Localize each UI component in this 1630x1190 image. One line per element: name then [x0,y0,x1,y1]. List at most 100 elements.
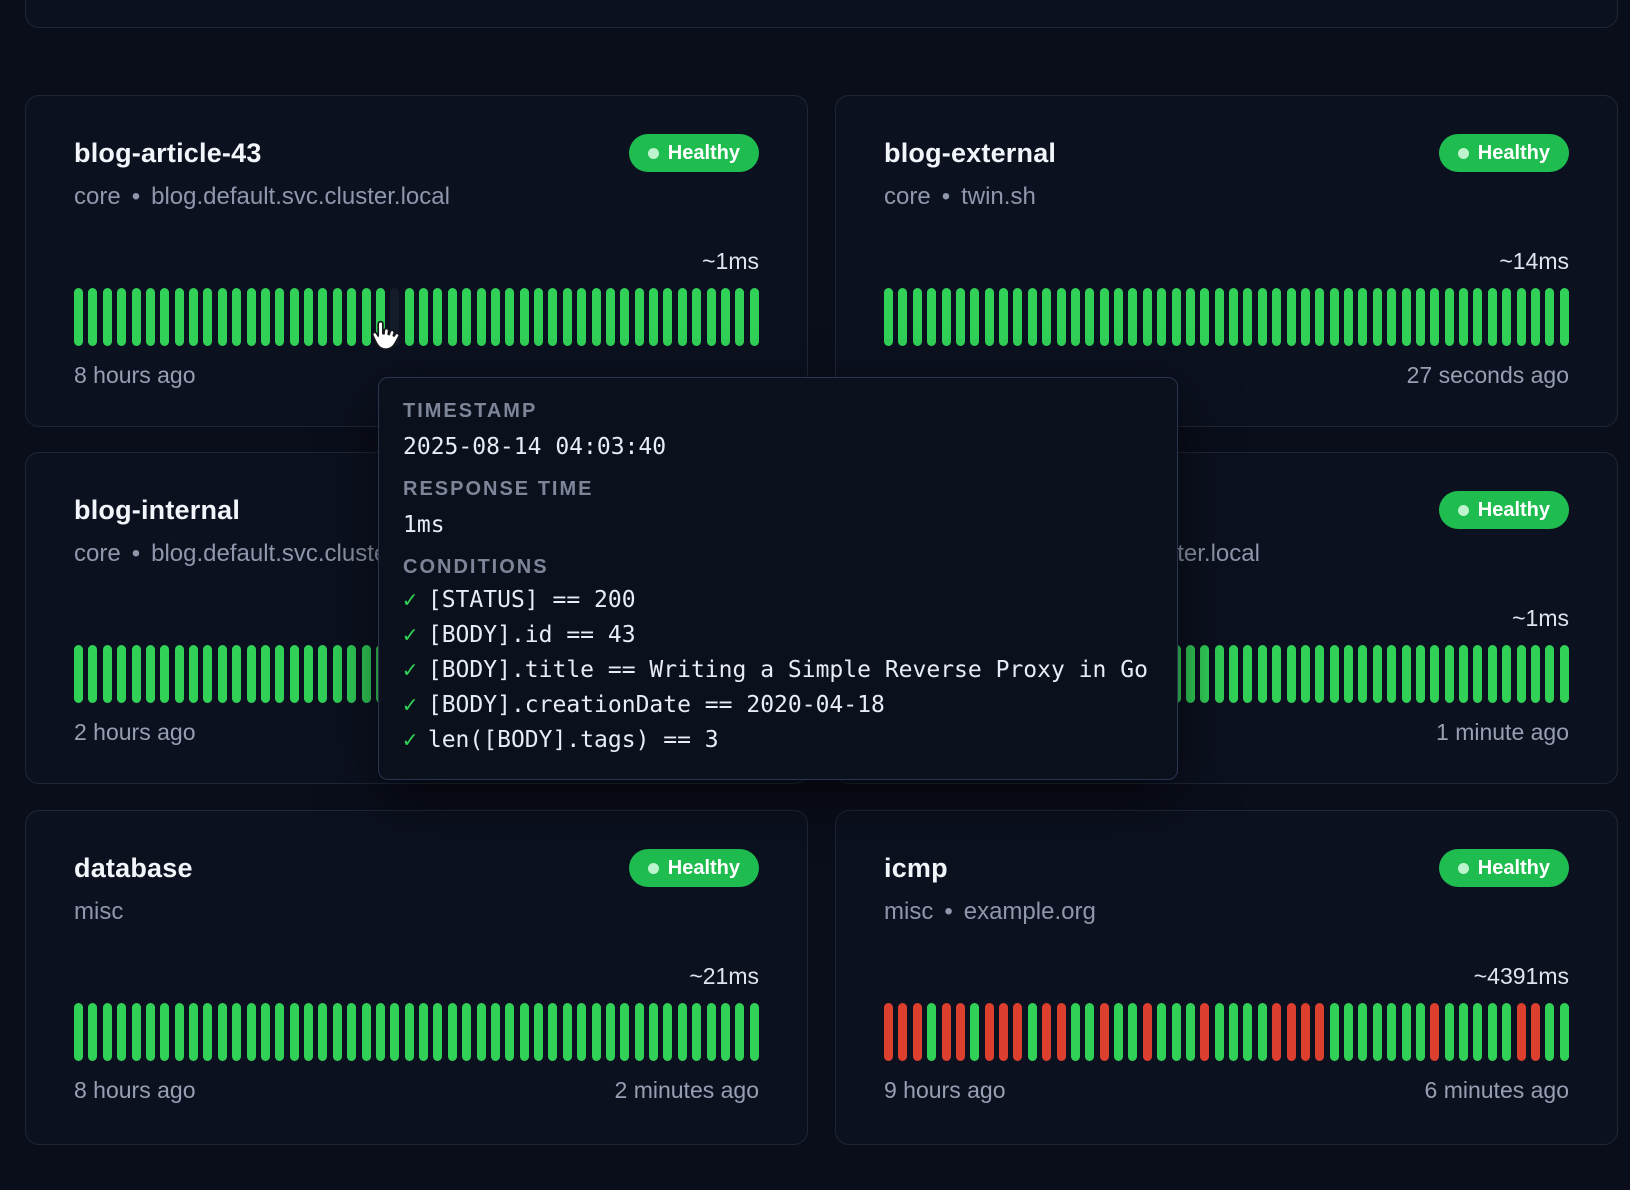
status-bar[interactable] [577,288,586,346]
status-bar[interactable] [189,288,198,346]
status-bar[interactable] [132,1003,141,1061]
status-bar[interactable] [189,645,198,703]
status-bar[interactable] [189,1003,198,1061]
status-bar[interactable] [1215,288,1224,346]
status-bar[interactable] [1100,1003,1109,1061]
status-bar[interactable] [462,1003,471,1061]
status-bar[interactable] [1330,288,1339,346]
status-bar[interactable] [462,288,471,346]
status-bar[interactable] [1545,1003,1554,1061]
status-bar[interactable] [577,1003,586,1061]
status-bar[interactable] [1473,645,1482,703]
status-bar[interactable] [1301,645,1310,703]
uptime-bars[interactable] [74,288,759,346]
status-bar[interactable] [505,288,514,346]
status-bar[interactable] [1258,1003,1267,1061]
status-bar[interactable] [1560,288,1569,346]
status-bar[interactable] [1531,645,1540,703]
status-bar[interactable] [505,1003,514,1061]
status-bar[interactable] [160,1003,169,1061]
status-bar[interactable] [1445,1003,1454,1061]
status-bar[interactable] [606,288,615,346]
status-bar[interactable] [203,645,212,703]
status-bar[interactable] [1272,1003,1281,1061]
status-bar[interactable] [663,1003,672,1061]
status-bar[interactable] [1157,1003,1166,1061]
status-bar[interactable] [491,1003,500,1061]
uptime-bars[interactable] [884,1003,1569,1061]
status-bar[interactable] [1416,645,1425,703]
status-bar[interactable] [419,288,428,346]
status-bar[interactable] [88,645,97,703]
status-bar[interactable] [592,288,601,346]
status-bar[interactable] [1344,645,1353,703]
status-bar[interactable] [117,288,126,346]
status-bar[interactable] [635,288,644,346]
status-bar[interactable] [146,1003,155,1061]
status-bar[interactable] [1488,645,1497,703]
status-bar[interactable] [1531,288,1540,346]
uptime-bars[interactable] [884,288,1569,346]
status-bar[interactable] [1186,1003,1195,1061]
status-bar[interactable] [218,288,227,346]
status-bar[interactable] [1215,1003,1224,1061]
status-bar[interactable] [927,288,936,346]
status-bar[interactable] [884,1003,893,1061]
status-bar[interactable] [999,288,1008,346]
status-bar[interactable] [1459,1003,1468,1061]
status-bar[interactable] [1028,288,1037,346]
status-bar[interactable] [347,1003,356,1061]
status-bar[interactable] [160,645,169,703]
status-bar[interactable] [735,1003,744,1061]
status-bar[interactable] [1258,288,1267,346]
status-bar[interactable] [707,1003,716,1061]
status-bar[interactable] [1186,645,1195,703]
status-bar[interactable] [1229,288,1238,346]
status-bar[interactable] [261,645,270,703]
status-bar[interactable] [347,288,356,346]
previous-card-partial[interactable] [25,0,1618,28]
status-bar[interactable] [74,645,83,703]
status-bar[interactable] [74,1003,83,1061]
status-bar[interactable] [146,645,155,703]
status-bar[interactable] [1545,288,1554,346]
status-bar[interactable] [649,1003,658,1061]
status-bar[interactable] [1042,288,1051,346]
status-bar[interactable] [750,1003,759,1061]
status-bar[interactable] [1028,1003,1037,1061]
status-bar[interactable] [1517,288,1526,346]
status-bar[interactable] [275,288,284,346]
status-bar[interactable] [620,288,629,346]
status-bar[interactable] [333,1003,342,1061]
status-bar[interactable] [1517,645,1526,703]
status-bar[interactable] [1287,645,1296,703]
status-bar[interactable] [970,1003,979,1061]
status-bar[interactable] [290,288,299,346]
status-bar[interactable] [318,1003,327,1061]
status-bar[interactable] [390,1003,399,1061]
status-bar[interactable] [721,1003,730,1061]
status-bar[interactable] [1358,288,1367,346]
status-bar[interactable] [1531,1003,1540,1061]
status-bar[interactable] [232,1003,241,1061]
status-bar[interactable] [735,288,744,346]
status-bar[interactable] [1387,1003,1396,1061]
status-bar[interactable] [1473,288,1482,346]
status-bar[interactable] [362,1003,371,1061]
status-bar[interactable] [520,1003,529,1061]
status-bar[interactable] [261,288,270,346]
status-bar[interactable] [376,1003,385,1061]
status-bar[interactable] [1272,645,1281,703]
status-bar[interactable] [1416,1003,1425,1061]
status-bar[interactable] [1344,1003,1353,1061]
status-bar[interactable] [347,645,356,703]
status-bar[interactable] [898,1003,907,1061]
status-bar[interactable] [548,288,557,346]
status-bar[interactable] [970,288,979,346]
uptime-bars[interactable] [74,1003,759,1061]
status-bar[interactable] [1330,1003,1339,1061]
status-bar[interactable] [913,1003,922,1061]
status-bar[interactable] [247,645,256,703]
status-bar[interactable] [1358,1003,1367,1061]
status-bar[interactable] [1071,1003,1080,1061]
